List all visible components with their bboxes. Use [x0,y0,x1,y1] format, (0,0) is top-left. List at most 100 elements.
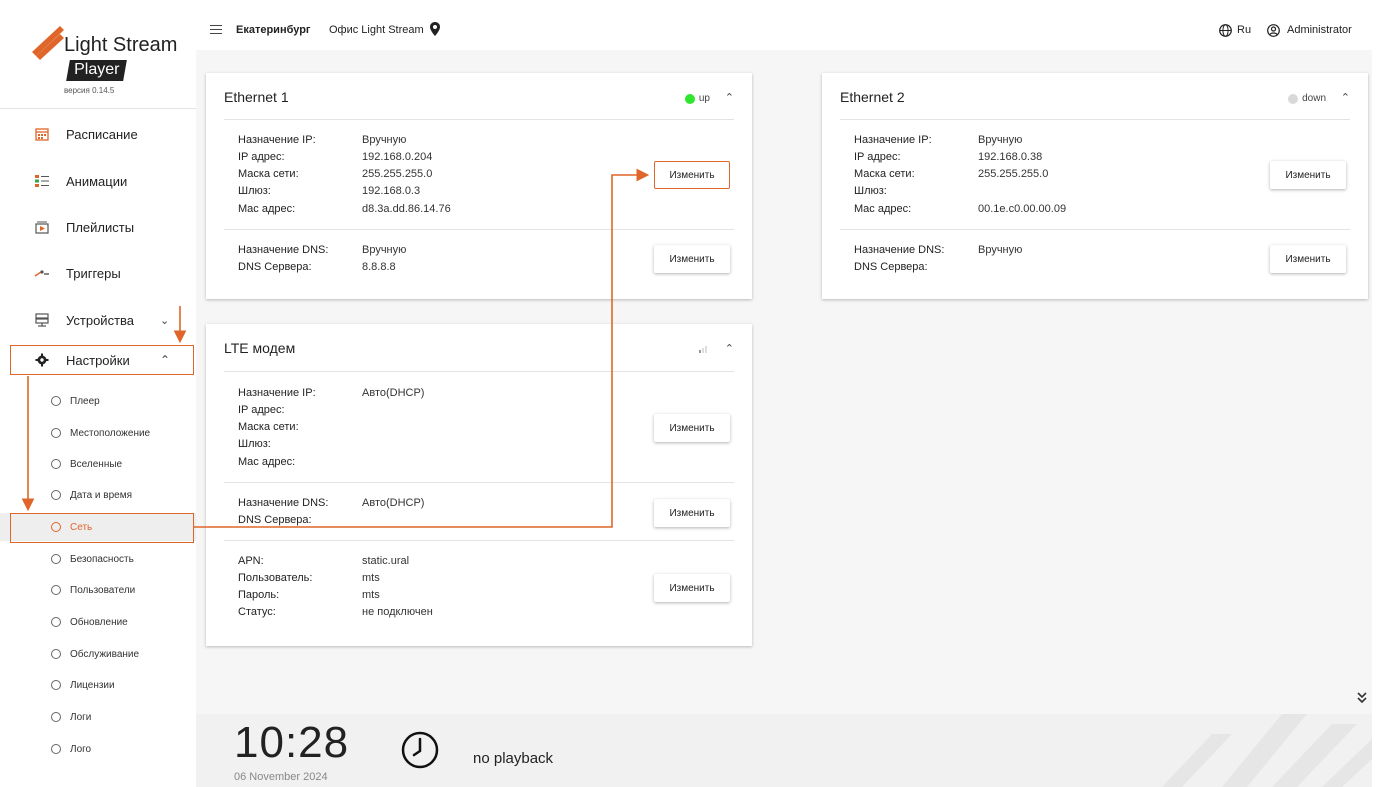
sidebar-item-schedule[interactable]: Расписание [0,114,196,154]
edit-dns-button[interactable]: Изменить [654,499,730,527]
sub-item-label: Вселенные [70,458,123,470]
sub-item-label: Местоположение [70,427,151,439]
link-status: down [1288,93,1326,104]
settings-sub-security[interactable]: Безопасность [0,545,196,573]
radio-icon [51,490,61,500]
logo-mark-icon [32,26,64,60]
sub-item-label: Логи [70,711,92,723]
edit-ip-button[interactable]: Изменить [654,161,730,189]
sub-item-label: Безопасность [70,553,134,565]
chevron-up-icon[interactable]: ⌃ [725,91,734,104]
trigger-icon [34,265,50,281]
logo: Light Stream Player версия 0.14.5 [30,22,180,102]
radio-icon [51,649,61,659]
field-label: Шлюз: [238,438,271,450]
card-title: Ethernet 1 [224,89,289,105]
sidebar-item-label: Триггеры [66,265,121,281]
settings-sub-licenses[interactable]: Лицензии [0,671,196,699]
location-city: Екатеринбург [236,24,311,36]
location-office: Офис Light Stream [329,24,424,36]
settings-sub-location[interactable]: Местоположение [0,419,196,447]
field-label: DNS Сервера: [238,514,312,526]
edit-ip-button[interactable]: Изменить [1270,161,1346,189]
field-label: Пароль: [238,589,280,601]
field-label: Назначение IP: [238,387,316,399]
status-dot-icon [684,93,695,104]
card-lte-modem: LTE модем ⌃ Назначение IP: Авто(DHCP) IP… [206,324,752,646]
field-label: Шлюз: [854,185,887,197]
main-content: Ethernet 1 up ⌃ Назначение IP: Вручную I… [196,50,1372,714]
field-label: Mac адрес: [238,456,296,468]
field-label: DNS Сервера: [238,261,312,273]
divider [224,229,734,230]
sub-item-label: Лого [70,743,92,755]
field-label: Назначение IP: [238,134,316,146]
lte-status-value: не подключен [362,606,433,618]
brand-product: Player [66,60,128,81]
edit-ip-button[interactable]: Изменить [654,414,730,442]
ip-mode-value: Вручную [978,134,1023,146]
edit-dns-button[interactable]: Изменить [654,245,730,273]
language-selector[interactable]: Ru [1237,24,1251,36]
field-label: Назначение DNS: [238,497,329,509]
settings-sub-logo[interactable]: Лого [0,735,196,763]
radio-icon [51,680,61,690]
radio-icon [51,617,61,627]
settings-sub-datetime[interactable]: Дата и время [0,481,196,509]
field-label: Маска сети: [238,421,299,433]
divider [224,482,734,483]
sidebar-item-playlists[interactable]: Плейлисты [0,207,196,247]
sub-item-label: Плеер [70,395,100,407]
animation-icon [34,173,50,189]
field-label: Назначение DNS: [854,244,945,256]
sidebar-item-animations[interactable]: Анимации [0,161,196,201]
settings-sub-logs[interactable]: Логи [0,703,196,731]
field-label: Шлюз: [238,185,271,197]
signal-strength-icon [699,346,707,353]
menu-icon[interactable] [210,25,222,37]
user-account-icon[interactable] [1267,24,1280,37]
sidebar-item-devices[interactable]: Устройства ⌄ [0,300,196,340]
ip-value: 192.168.0.204 [362,151,433,163]
dns-mode-value: Авто(DHCP) [362,497,425,509]
globe-icon[interactable] [1219,24,1232,37]
double-chevron-down-icon[interactable] [1357,692,1367,707]
clock-time: 10:28 [234,718,350,767]
divider [224,119,734,120]
settings-highlight [10,345,194,375]
settings-sub-maintenance[interactable]: Обслуживание [0,640,196,668]
card-ethernet-2: Ethernet 2 down ⌃ Назначение IP: Вручную… [822,73,1368,299]
chevron-up-icon[interactable]: ⌃ [725,342,734,355]
ip-mode-value: Авто(DHCP) [362,387,425,399]
apn-value: static.ural [362,555,410,567]
edit-apn-button[interactable]: Изменить [654,574,730,602]
playlist-icon [34,219,50,235]
settings-sub-universes[interactable]: Вселенные [0,450,196,478]
sub-item-label: Пользователи [70,584,136,596]
mask-value: 255.255.255.0 [362,168,433,180]
sub-item-label: Обновление [70,616,128,628]
chevron-down-icon: ⌄ [160,314,170,327]
settings-sub-player[interactable]: Плеер [0,387,196,415]
sub-item-label: Дата и время [70,489,133,501]
clock-date: 06 November 2024 [234,771,328,783]
sidebar-item-triggers[interactable]: Триггеры [0,253,196,293]
field-label: APN: [238,555,264,567]
chevron-up-icon[interactable]: ⌃ [1341,91,1350,104]
location-pin-icon[interactable] [430,22,440,36]
field-label: Назначение IP: [854,134,932,146]
radio-icon [51,396,61,406]
radio-icon [51,428,61,438]
field-label: IP адрес: [238,404,285,416]
edit-dns-button[interactable]: Изменить [1270,245,1346,273]
settings-sub-update[interactable]: Обновление [0,608,196,636]
divider [224,371,734,372]
user-name[interactable]: Administrator [1287,24,1352,36]
field-label: IP адрес: [238,151,285,163]
settings-sub-users[interactable]: Пользователи [0,576,196,604]
field-label: Маска сети: [238,168,299,180]
field-label: Mac адрес: [238,203,296,215]
version-label: версия 0.14.5 [64,86,115,95]
dns-value: 8.8.8.8 [362,261,396,273]
divider [840,119,1350,120]
